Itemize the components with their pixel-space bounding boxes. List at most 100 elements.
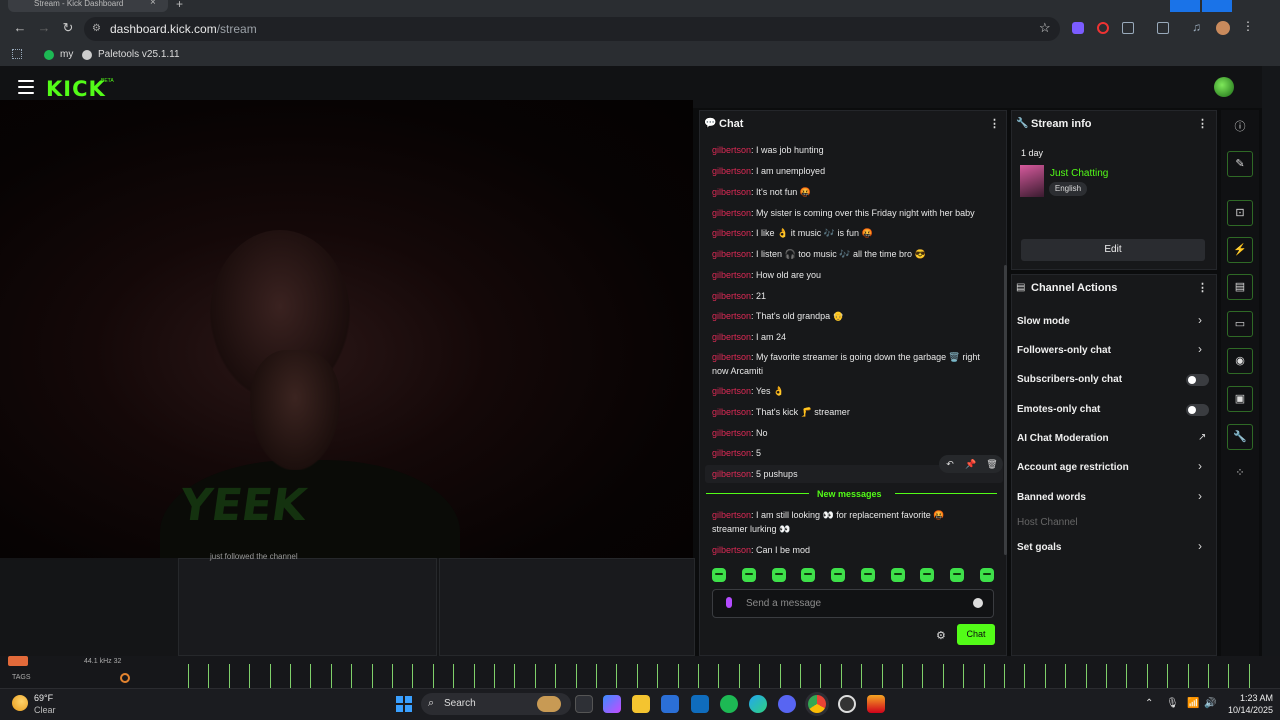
extension-icon[interactable]	[1072, 22, 1084, 34]
chat-username[interactable]: gilbertson	[712, 469, 751, 479]
bookmark-star-icon[interactable]: ☆	[1039, 20, 1051, 36]
chevron-right-icon[interactable]: ›	[1198, 489, 1202, 503]
external-link-icon[interactable]: ↗	[1198, 432, 1206, 443]
channel-action-item[interactable]: Banned words	[1017, 492, 1086, 503]
chat-username[interactable]: gilbertson	[712, 332, 751, 342]
chat-message[interactable]: gilbertson: That's old grandpa 👴	[712, 309, 982, 323]
chat-username[interactable]: gilbertson	[712, 311, 751, 321]
emote-icon[interactable]	[712, 568, 726, 582]
chat-settings-icon[interactable]: ⚙	[936, 629, 946, 642]
chat-message[interactable]: gilbertson: Yes 👌	[712, 384, 982, 398]
mic-icon[interactable]	[726, 597, 732, 608]
windows-start-icon[interactable]	[396, 696, 412, 712]
lightning-icon[interactable]: ⚡	[1227, 237, 1253, 263]
chevron-right-icon[interactable]: ›	[1198, 342, 1202, 356]
broadcast-icon[interactable]: ◉	[1227, 348, 1253, 374]
chat-username[interactable]: gilbertson	[712, 448, 751, 458]
chat-username[interactable]: gilbertson	[712, 270, 751, 280]
delete-icon[interactable]: 🗑	[985, 457, 999, 471]
layout-icon[interactable]: ▣	[1227, 386, 1253, 412]
info-icon[interactable]: ⓘ	[1227, 115, 1253, 141]
tab-close-icon[interactable]: ×	[150, 0, 156, 8]
record-extension-icon[interactable]	[1097, 22, 1109, 34]
chat-username[interactable]: gilbertson	[712, 510, 751, 520]
clock-time[interactable]: 1:23 AM	[1240, 693, 1273, 703]
maximize-button[interactable]	[1202, 0, 1232, 12]
chat-message[interactable]: gilbertson: That's kick 🦵 streamer	[712, 405, 982, 419]
toggle-switch[interactable]	[1186, 404, 1209, 416]
apps-icon[interactable]	[12, 49, 22, 59]
discord-icon[interactable]	[778, 695, 796, 713]
app-icon[interactable]	[867, 695, 885, 713]
chat-message[interactable]: gilbertson: 21	[712, 289, 982, 303]
chat-scrollbar[interactable]	[1004, 265, 1007, 555]
close-window-button[interactable]	[1234, 0, 1264, 12]
channel-action-item[interactable]: Followers-only chat	[1017, 345, 1111, 356]
emoji-icon[interactable]	[973, 598, 983, 608]
spotify-icon[interactable]	[720, 695, 738, 713]
emote-icon[interactable]	[890, 568, 905, 582]
reload-icon[interactable]: ↻	[60, 20, 76, 36]
volume-icon[interactable]: 🔊	[1204, 698, 1216, 709]
chat-message[interactable]: gilbertson: 5	[712, 446, 982, 460]
search-tags-icon[interactable]	[120, 673, 130, 683]
chevron-right-icon[interactable]: ›	[1198, 539, 1202, 553]
chat-username[interactable]: gilbertson	[712, 145, 751, 155]
new-messages-label[interactable]: New messages	[817, 489, 882, 499]
weather-moon-icon[interactable]	[12, 695, 28, 711]
browser-tab[interactable]: Stream - Kick Dashboard	[8, 0, 168, 12]
chat-username[interactable]: gilbertson	[712, 545, 751, 555]
chat-username[interactable]: gilbertson	[712, 352, 751, 362]
menu-icon[interactable]	[18, 80, 34, 94]
chat-username[interactable]: gilbertson	[712, 249, 751, 259]
chat-message-new[interactable]: gilbertson: I am still looking 👀 for rep…	[712, 508, 982, 536]
chat-icon[interactable]: ▭	[1227, 311, 1253, 337]
emote-icon[interactable]	[950, 568, 965, 582]
bookmark-my[interactable]: my	[44, 49, 73, 60]
channel-action-item[interactable]: Subscribers-only chat	[1017, 374, 1122, 385]
obs-icon[interactable]	[838, 695, 856, 713]
tray-chevron-icon[interactable]: ⌃	[1145, 698, 1153, 709]
outlook-icon[interactable]	[691, 695, 709, 713]
mic-tray-icon[interactable]: 🎙	[1166, 698, 1179, 709]
chat-message-new[interactable]: gilbertson: Can I be mod	[712, 543, 982, 557]
screenshot-icon[interactable]: ⊡	[1227, 200, 1253, 226]
chat-message[interactable]: gilbertson: How old are you	[712, 268, 982, 282]
site-info-icon[interactable]: ⚙	[92, 23, 101, 34]
puzzle-icon[interactable]	[1122, 22, 1134, 34]
chat-message[interactable]: gilbertson: I like 👌 it music 🎶 is fun 🤬	[712, 226, 982, 240]
chat-message[interactable]: gilbertson: I am unemployed	[712, 164, 982, 178]
notes-icon[interactable]: ▤	[1227, 274, 1253, 300]
chrome-icon[interactable]	[808, 695, 826, 713]
tools-icon[interactable]: 🔧	[1227, 424, 1253, 450]
chat-username[interactable]: gilbertson	[712, 228, 751, 238]
chat-message[interactable]: gilbertson: No	[712, 426, 982, 440]
new-tab-icon[interactable]: +	[176, 0, 183, 11]
bookmark-paletools[interactable]: Paletools v25.1.11	[82, 49, 180, 60]
cast-icon[interactable]	[1157, 22, 1169, 34]
emote-icon[interactable]	[920, 568, 935, 582]
emote-icon[interactable]	[771, 568, 786, 582]
task-view-icon[interactable]	[575, 695, 593, 713]
category-name[interactable]: Just Chatting	[1050, 168, 1108, 179]
kick-logo[interactable]: KICK	[46, 77, 106, 101]
chat-username[interactable]: gilbertson	[712, 187, 751, 197]
emote-icon[interactable]	[801, 568, 816, 582]
chat-username[interactable]: gilbertson	[712, 428, 751, 438]
chat-menu-icon[interactable]: ⋮	[989, 117, 1000, 130]
emote-icon[interactable]	[860, 568, 875, 582]
chat-message[interactable]: gilbertson: I am 24	[712, 330, 982, 344]
edit-stream-button[interactable]: Edit	[1021, 239, 1205, 261]
toggle-switch[interactable]	[1186, 374, 1209, 386]
store-icon[interactable]	[661, 695, 679, 713]
user-avatar[interactable]	[1214, 77, 1234, 97]
send-chat-button[interactable]: Chat	[957, 624, 995, 645]
chat-username[interactable]: gilbertson	[712, 407, 751, 417]
chevron-right-icon[interactable]: ›	[1198, 313, 1202, 327]
channel-action-item[interactable]: Emotes-only chat	[1017, 404, 1100, 415]
chat-username[interactable]: gilbertson	[712, 291, 751, 301]
channel-action-item[interactable]: Account age restriction	[1017, 462, 1129, 473]
edit-icon[interactable]: ✎	[1227, 151, 1253, 177]
media-icon[interactable]: ♫	[1192, 20, 1201, 34]
chat-username[interactable]: gilbertson	[712, 166, 751, 176]
